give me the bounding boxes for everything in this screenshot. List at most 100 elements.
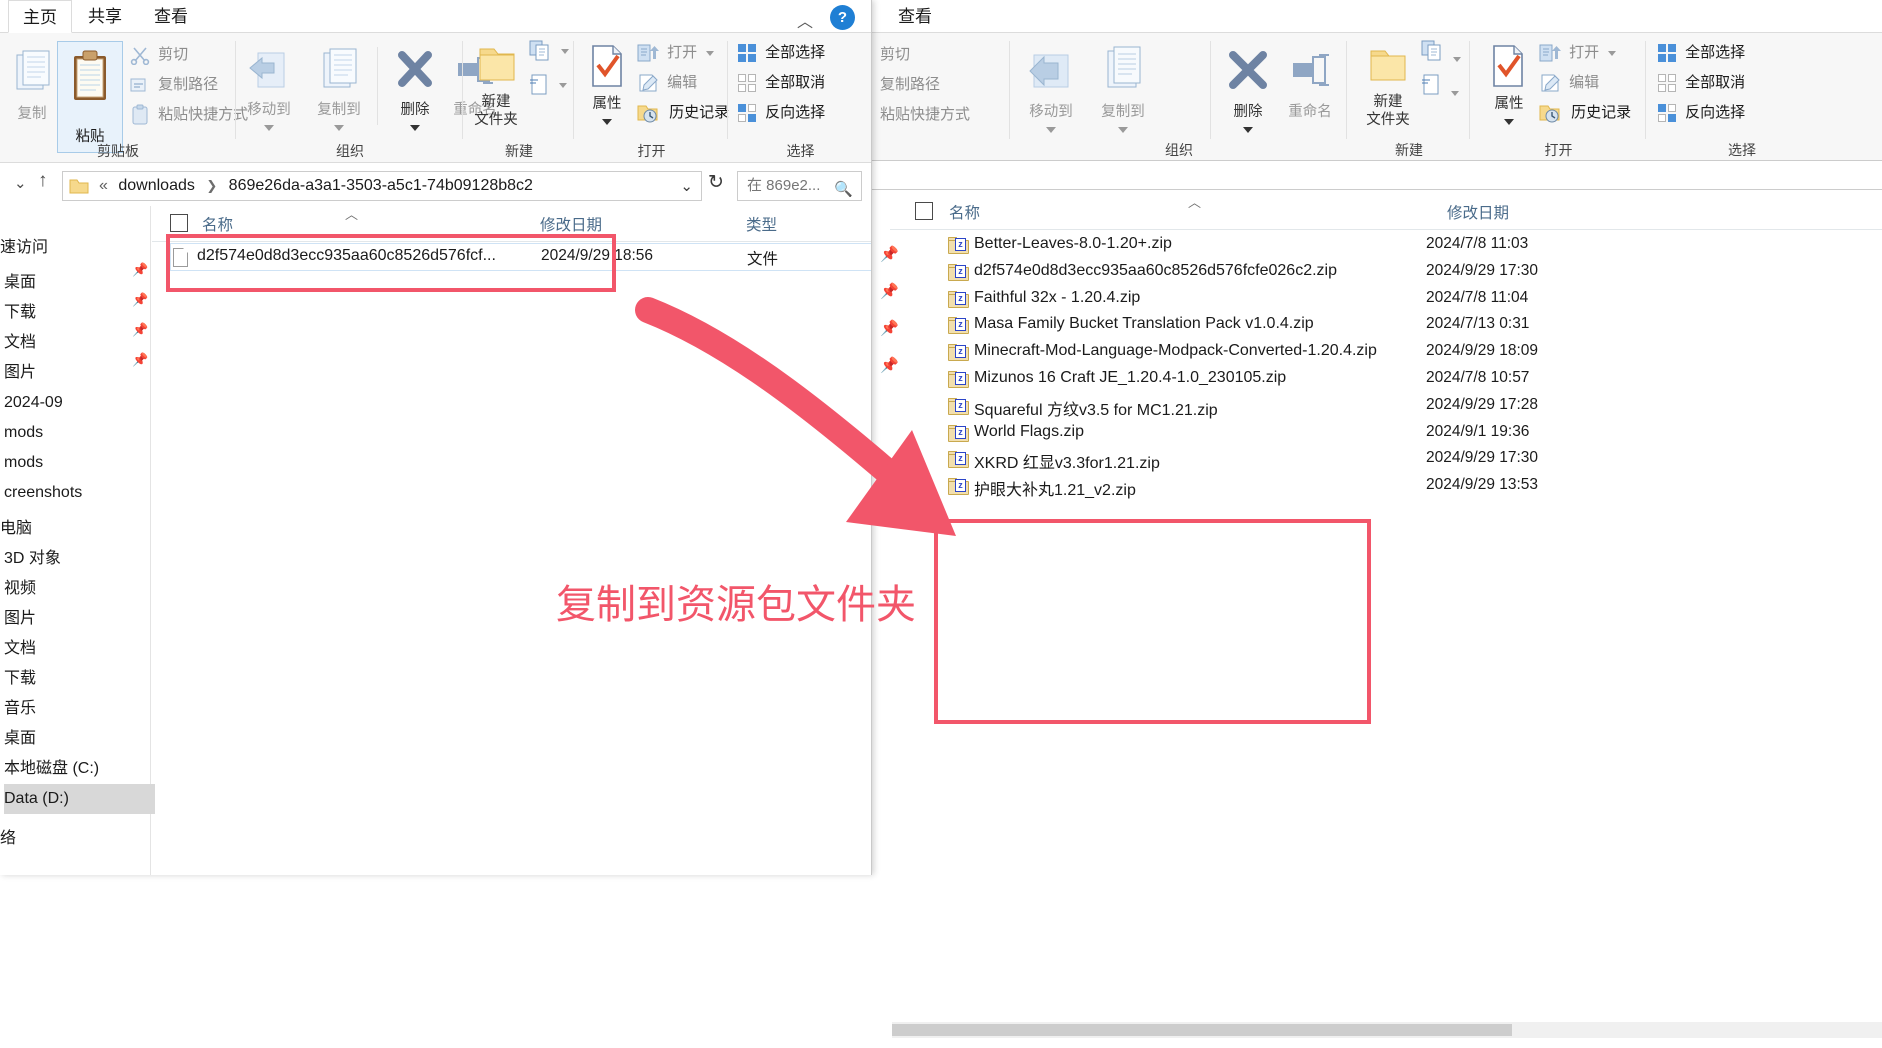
chevron-up-icon[interactable]: ︿ bbox=[797, 8, 813, 32]
right-select-all-button[interactable]: 全部选择 bbox=[1657, 41, 1745, 65]
sidebar-item-16[interactable]: 桌面 bbox=[4, 724, 155, 754]
table-row[interactable]: z d2f574e0d8d3ecc935aa60c8526d576fcfe026c… bbox=[890, 259, 1882, 286]
chevron-down-icon[interactable] bbox=[1451, 90, 1460, 96]
history-button[interactable]: 历史记录 bbox=[637, 101, 729, 125]
right-column-date[interactable]: 修改日期 bbox=[1447, 201, 1509, 223]
paste-button[interactable]: 粘贴 bbox=[57, 41, 123, 153]
open-button[interactable]: 打开 bbox=[637, 41, 715, 65]
table-row[interactable]: z Better-Leaves-8.0-1.20+.zip 2024/7/8 11:… bbox=[890, 232, 1882, 259]
right-column-name[interactable]: 名称 bbox=[949, 201, 980, 223]
right-invert-selection-button[interactable]: 反向选择 bbox=[1657, 101, 1745, 125]
cut-button[interactable]: 剪切 bbox=[130, 43, 188, 67]
chevron-down-icon[interactable] bbox=[1504, 118, 1514, 125]
chevron-down-icon[interactable] bbox=[1046, 126, 1056, 133]
chevron-down-icon[interactable] bbox=[1118, 126, 1128, 133]
new-folder-button[interactable]: 新建 文件夹 bbox=[464, 43, 528, 128]
table-row[interactable]: z Masa Family Bucket Translation Pack v1.… bbox=[890, 312, 1882, 339]
right-select-none-button[interactable]: 全部取消 bbox=[1657, 71, 1745, 95]
table-row[interactable]: z Minecraft-Mod-Language-Modpack-Converte… bbox=[890, 339, 1882, 366]
tab-share[interactable]: 共享 bbox=[74, 0, 136, 33]
sidebar-item-7[interactable]: mods bbox=[4, 448, 155, 478]
chevron-down-icon[interactable] bbox=[264, 124, 274, 131]
left-navigation-pane[interactable]: 速访问 桌面 下载 文档 图片 2024-09 mods mods creenshots 电脑 3D… bbox=[0, 206, 155, 875]
select-all-button[interactable]: 全部选择 bbox=[737, 41, 825, 65]
right-edit-button[interactable]: 编辑 bbox=[1539, 71, 1599, 95]
crumb-downloads[interactable]: downloads bbox=[118, 177, 195, 194]
left-address-bar[interactable]: « downloads ❯ 869e26da-a3a1-3503-a5c1-74… bbox=[62, 171, 702, 201]
sidebar-item-11[interactable]: 视频 bbox=[4, 574, 155, 604]
sidebar-item-14[interactable]: 下载 bbox=[4, 664, 155, 694]
chevron-down-icon[interactable] bbox=[561, 48, 570, 54]
properties-button[interactable]: 属性 bbox=[575, 43, 639, 130]
chevron-down-icon[interactable] bbox=[706, 50, 715, 56]
sidebar-item-17[interactable]: 本地磁盘 (C:) bbox=[4, 754, 155, 784]
right-address-bar[interactable]: necraft ❯ .minecraft ❯ versions ❯ 1.20.4… bbox=[870, 160, 1882, 190]
overflow-chevrons[interactable]: « bbox=[99, 177, 108, 194]
table-row[interactable]: z XKRD 红显v3.3for1.21.zip 2024/9/29 17:30 bbox=[890, 446, 1882, 473]
chevron-down-icon[interactable] bbox=[602, 118, 612, 125]
sidebar-item-13[interactable]: 文档 bbox=[4, 634, 155, 664]
sidebar-item-6[interactable]: mods bbox=[4, 418, 155, 448]
sidebar-item-8[interactable]: creenshots bbox=[4, 478, 155, 508]
tab-view[interactable]: 查看 bbox=[140, 0, 202, 33]
right-copy-path-button[interactable]: 复制路径 bbox=[876, 73, 940, 97]
right-copy-to-button[interactable]: 复制到 bbox=[1091, 45, 1155, 138]
chevron-down-icon[interactable] bbox=[410, 124, 420, 131]
move-to-button[interactable]: 移动到 bbox=[237, 47, 301, 136]
right-easy-access-button[interactable] bbox=[1420, 73, 1460, 97]
chevron-down-icon[interactable] bbox=[1243, 126, 1253, 133]
chevron-down-icon[interactable] bbox=[1608, 50, 1617, 56]
right-paste-shortcut-button[interactable]: 粘贴快捷方式 bbox=[876, 103, 970, 127]
left-column-type[interactable]: 类型 bbox=[746, 213, 777, 235]
sidebar-item-9[interactable]: 电脑 bbox=[0, 514, 151, 544]
edit-button[interactable]: 编辑 bbox=[637, 71, 697, 95]
right-rename-button[interactable]: 重命名 bbox=[1278, 45, 1342, 120]
copy-button[interactable]: 复制 bbox=[0, 47, 64, 122]
sidebar-item-18[interactable]: Data (D:) bbox=[4, 784, 155, 814]
tab-home[interactable]: 主页 bbox=[8, 0, 72, 33]
right-delete-button[interactable]: 删除 bbox=[1216, 45, 1280, 138]
left-breadcrumb[interactable]: « downloads ❯ 869e26da-a3a1-3503-a5c1-74… bbox=[93, 172, 533, 200]
tab-view-right[interactable]: 查看 bbox=[884, 0, 946, 33]
left-column-date[interactable]: 修改日期 bbox=[540, 213, 602, 235]
delete-button[interactable]: 删除 bbox=[383, 47, 447, 136]
new-item-button[interactable] bbox=[528, 39, 570, 63]
chevron-down-icon[interactable] bbox=[334, 124, 344, 131]
select-none-button[interactable]: 全部取消 bbox=[737, 71, 825, 95]
sidebar-item-12[interactable]: 图片 bbox=[4, 604, 155, 634]
table-row[interactable]: z World Flags.zip 2024/9/1 19:36 bbox=[890, 420, 1882, 447]
left-search-box[interactable]: 在 869e2... 🔍 bbox=[737, 171, 862, 201]
help-question-icon[interactable]: ? bbox=[830, 5, 855, 30]
right-properties-button[interactable]: 属性 bbox=[1477, 43, 1541, 130]
right-open-button[interactable]: 打开 bbox=[1539, 41, 1617, 65]
left-refresh-button[interactable]: ↻ bbox=[708, 171, 724, 194]
table-row[interactable]: z Faithful 32x - 1.20.4.zip 2024/7/8 11:04 bbox=[890, 286, 1882, 313]
crumb-guid[interactable]: 869e26da-a3a1-3503-a5c1-74b09128b8c2 bbox=[229, 177, 533, 194]
right-new-item-button[interactable] bbox=[1420, 39, 1462, 63]
explorer-window-downloads[interactable]: 主页 共享 查看 ︿ ? 复制 粘贴 剪切 复制路径 粘贴快捷方式 剪贴板 移动… bbox=[0, 0, 872, 875]
easy-access-button[interactable] bbox=[528, 73, 568, 97]
left-column-name[interactable]: 名称 bbox=[202, 213, 233, 235]
table-row[interactable]: z 护眼大补丸1.21_v2.zip 2024/9/29 13:53 bbox=[890, 473, 1882, 500]
up-one-level-button[interactable]: ↑ bbox=[38, 170, 48, 192]
right-cut-button[interactable]: 剪切 bbox=[876, 43, 910, 67]
sidebar-item-5[interactable]: 2024-09 bbox=[4, 388, 155, 418]
scrollbar-thumb[interactable] bbox=[892, 1024, 1512, 1036]
copy-path-button[interactable]: 复制路径 bbox=[130, 73, 218, 97]
chevron-down-icon[interactable] bbox=[1453, 56, 1462, 62]
left-select-all-checkbox[interactable] bbox=[170, 214, 188, 232]
right-horizontal-scrollbar[interactable] bbox=[892, 1022, 1882, 1038]
paste-shortcut-button[interactable]: 粘贴快捷方式 bbox=[130, 103, 248, 127]
recent-locations-button[interactable]: ⌄ bbox=[14, 174, 27, 192]
table-row[interactable]: z Squareful 方纹v3.5 for MC1.21.zip 2024/9/2… bbox=[890, 393, 1882, 420]
right-select-all-checkbox[interactable] bbox=[915, 202, 933, 220]
sidebar-item-10[interactable]: 3D 对象 bbox=[4, 544, 155, 574]
left-file-list[interactable]: d2f574e0d8d3ecc935aa60c8526d576fcf... 202… bbox=[170, 243, 871, 843]
copy-to-button[interactable]: 复制到 bbox=[307, 47, 371, 136]
search-icon[interactable]: 🔍 bbox=[834, 176, 853, 204]
right-history-button[interactable]: 历史记录 bbox=[1539, 101, 1631, 125]
sidebar-item-0[interactable]: 速访问 bbox=[0, 233, 151, 263]
right-new-folder-button[interactable]: 新建 文件夹 bbox=[1356, 43, 1420, 128]
sidebar-item-19[interactable]: 络 bbox=[0, 824, 151, 854]
chevron-down-icon[interactable] bbox=[559, 82, 568, 88]
